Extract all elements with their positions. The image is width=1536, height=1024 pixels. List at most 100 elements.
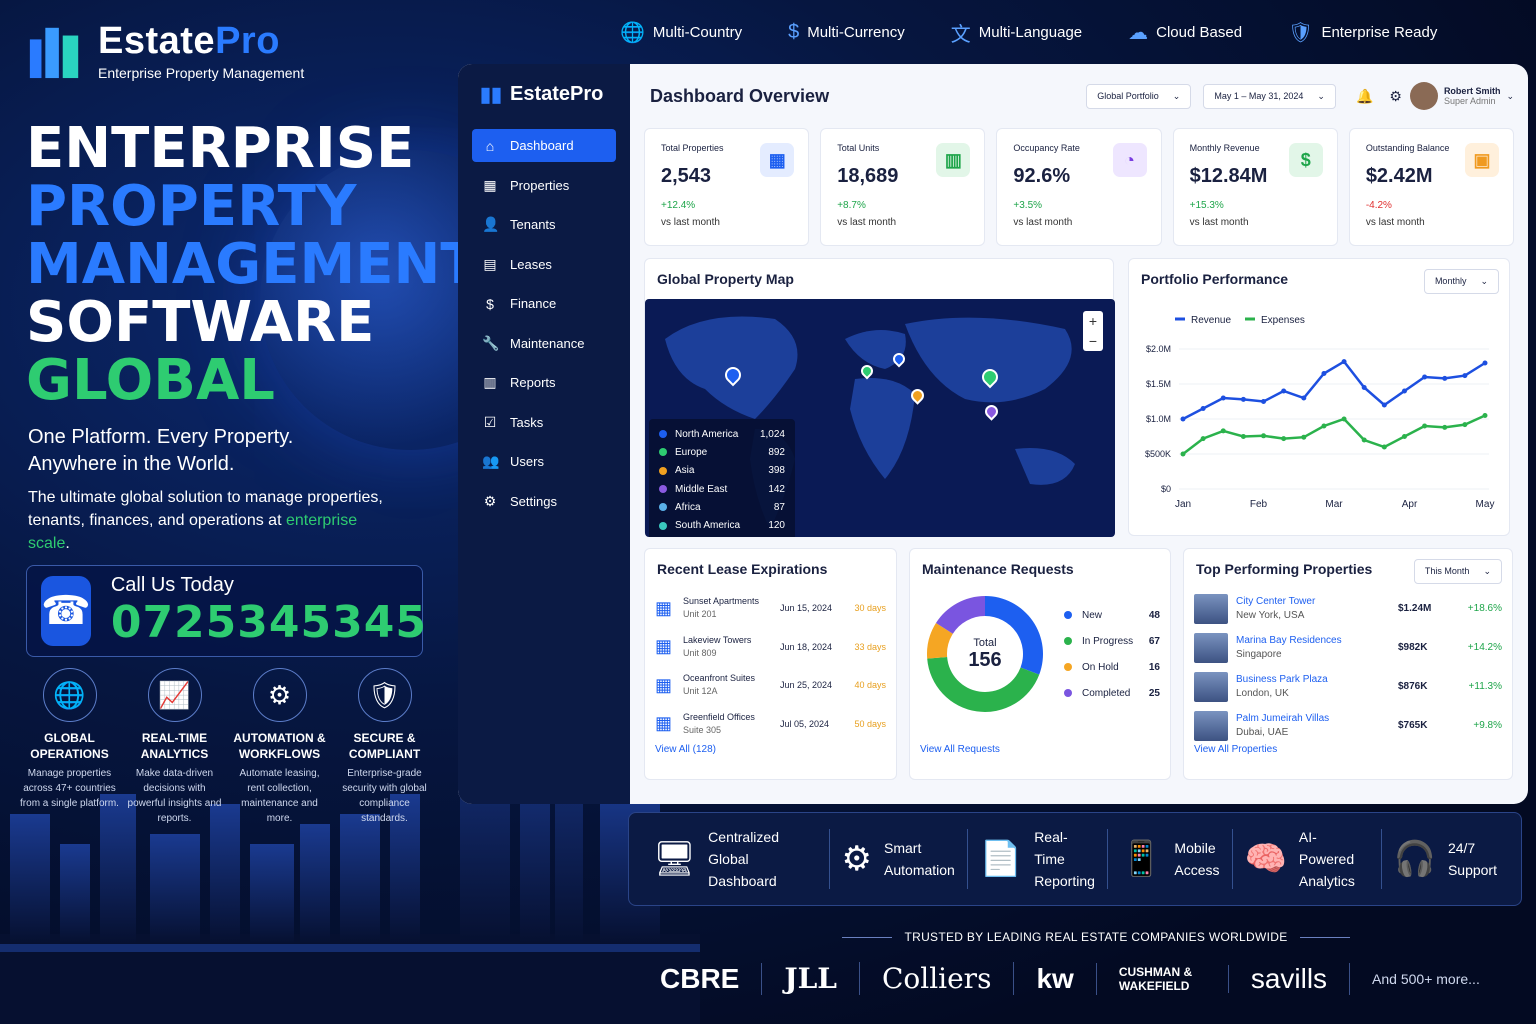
maint-status: New — [1082, 609, 1103, 621]
sidebar-item-reports[interactable]: ▥ Reports — [472, 366, 616, 399]
gear-icon: ⚙ — [252, 668, 307, 722]
building-logo-icon — [29, 27, 79, 78]
property-name[interactable]: City Center Tower — [1236, 596, 1315, 607]
property-thumbnail — [1194, 593, 1228, 624]
global-property-map: Global Property Map + − North America 1,… — [644, 258, 1115, 537]
sidebar-item-settings[interactable]: ⚙ Settings — [472, 485, 616, 518]
sidebar-item-tenants[interactable]: 👤 Tenants — [472, 208, 616, 241]
strip-line1: Real-Time — [1034, 829, 1068, 867]
legend-row: Middle East 142 — [659, 480, 785, 498]
legend-dot — [659, 503, 667, 512]
legend-label: Expenses — [1261, 315, 1305, 326]
home-icon: ⌂ — [485, 137, 495, 154]
lease-row[interactable]: ▦ Oceanfront Suites Unit 12A Jun 25, 2024 40… — [645, 666, 896, 705]
user-menu[interactable]: Robert Smith Super Admin ⌄ — [1409, 82, 1514, 110]
view-all-properties-link[interactable]: View All Properties — [1194, 744, 1277, 755]
property-change: +9.8% — [1473, 720, 1502, 731]
lease-row[interactable]: ▦ Sunset Apartments Unit 201 Jun 15, 2024 30… — [645, 589, 896, 628]
translate-icon: 文 — [950, 24, 971, 46]
top-property-row[interactable]: Business Park Plaza London, UK $876K +11.3% — [1184, 667, 1512, 706]
region-value: 1,024 — [759, 428, 785, 440]
property-name[interactable]: Business Park Plaza — [1236, 674, 1328, 685]
property-change: +14.2% — [1467, 642, 1502, 653]
region-name: North America — [675, 428, 739, 440]
data-point — [1401, 388, 1407, 394]
data-point — [1462, 373, 1468, 379]
data-point — [1281, 436, 1287, 442]
y-tick-label: $2.0M — [1146, 344, 1171, 354]
call-box[interactable]: ☎ Call Us Today 0725345345 — [26, 565, 426, 657]
gear-icon[interactable]: ⚙ — [1389, 88, 1402, 105]
gear-icon: ⚙ — [483, 492, 497, 509]
property-name[interactable]: Marina Bay Residences — [1236, 635, 1342, 646]
data-point — [1361, 385, 1367, 390]
kpi-sub: vs last month — [1365, 217, 1425, 228]
description: The ultimate global solution to manage p… — [28, 489, 383, 552]
users-icon: 👥 — [482, 453, 500, 469]
strip-line2: Analytics — [1298, 873, 1355, 889]
lease-row[interactable]: ▦ Lakeview Towers Unit 809 Jun 18, 2024 33 d… — [645, 628, 896, 667]
kpi-change: +15.3% — [1189, 200, 1224, 211]
brand-header: EstatePro Enterprise Property Management — [26, 20, 304, 81]
view-all-requests-link[interactable]: View All Requests — [920, 744, 1000, 755]
lease-unit: Unit 809 — [683, 647, 717, 658]
data-point — [1321, 423, 1327, 429]
legend-label: Revenue — [1191, 315, 1231, 326]
date-range-select[interactable]: May 1 – May 31, 2024 ⌄ — [1203, 83, 1336, 109]
top-property-row[interactable]: Palm Jumeirah Villas Dubai, UAE $765K +9.8% — [1184, 706, 1512, 745]
data-point — [1301, 395, 1307, 401]
period-select[interactable]: Monthly ⌄ — [1423, 269, 1499, 294]
property-name[interactable]: Palm Jumeirah Villas — [1236, 713, 1329, 724]
sidebar-item-dashboard[interactable]: ⌂ Dashboard — [472, 129, 616, 162]
data-point — [1240, 434, 1246, 439]
x-tick-label: Feb — [1250, 499, 1268, 510]
data-point — [1422, 423, 1428, 429]
region-name: Asia — [675, 465, 695, 477]
series-line — [1182, 359, 1486, 421]
data-point — [1361, 437, 1367, 443]
world-map[interactable]: + − North America 1,024 Europe 892 Asia 398 Mid… — [645, 299, 1115, 537]
portfolio-select[interactable]: Global Portfolio ⌄ — [1086, 83, 1192, 109]
x-tick-label: May — [1476, 499, 1495, 510]
lease-title: Recent Lease Expirations — [657, 561, 828, 577]
sidebar-item-finance[interactable]: $ Finance — [472, 287, 616, 320]
brand-subtitle: Enterprise Property Management — [98, 65, 305, 81]
zoom-out-button[interactable]: − — [1083, 331, 1103, 351]
legend-dot — [659, 521, 667, 530]
maint-status: On Hold — [1082, 661, 1119, 673]
zoom-controls[interactable]: + − — [1083, 311, 1103, 351]
top-property-row[interactable]: Marina Bay Residences Singapore $982K +14.2… — [1184, 628, 1512, 667]
sidebar-brand: ▮▮ EstatePro — [480, 83, 604, 106]
strip-feature: ⚙ Smart Automation — [830, 829, 968, 889]
bell-icon[interactable]: 🔔 — [1356, 88, 1373, 105]
lease-unit: Suite 305 — [683, 724, 722, 735]
maint-title: Maintenance Requests — [922, 561, 1074, 577]
region-value: 120 — [768, 520, 785, 532]
data-point — [1381, 402, 1387, 408]
phone-number[interactable]: 0725345345 — [111, 597, 427, 648]
sidebar-item-leases[interactable]: ▤ Leases — [472, 248, 616, 281]
y-tick-label: $1.0M — [1146, 414, 1171, 424]
badge-multi-country: 🌐 Multi-Country — [620, 22, 743, 44]
dollar-icon: $ — [788, 21, 800, 43]
top-property-row[interactable]: City Center Tower New York, USA $1.24M +18.… — [1184, 589, 1512, 628]
zoom-in-button[interactable]: + — [1083, 311, 1103, 331]
sidebar-item-properties[interactable]: ▦ Properties — [472, 169, 616, 202]
property-change: +18.6% — [1467, 603, 1502, 614]
data-point — [1381, 444, 1387, 450]
kpi-card: Total Units 18,689 +8.7% vs last month ▥ — [820, 128, 986, 246]
sidebar-item-tasks[interactable]: ☑ Tasks — [472, 406, 616, 439]
chart-legend: Revenue Expenses — [1175, 315, 1305, 326]
globe-icon: 🌐 — [42, 668, 97, 722]
property-amount: $982K — [1398, 642, 1428, 653]
sidebar-item-maintenance[interactable]: 🔧 Maintenance — [472, 327, 616, 360]
lease-row[interactable]: ▦ Greenfield Offices Suite 305 Jul 05, 2024… — [645, 705, 896, 744]
maintenance-requests: Maintenance Requests Total 156 New 48 In P… — [909, 548, 1171, 780]
top-period-select[interactable]: This Month ⌄ — [1413, 559, 1502, 584]
building-icon: ▦ — [655, 597, 673, 618]
view-all-leases-link[interactable]: View All (128) — [655, 744, 716, 755]
trusted-heading: TRUSTED BY LEADING REAL ESTATE COMPANIES… — [716, 930, 1476, 944]
user-role: Super Admin — [1443, 96, 1496, 106]
sidebar-item-users[interactable]: 👥 Users — [472, 445, 616, 478]
chevron-down-icon: ⌄ — [1317, 90, 1325, 101]
